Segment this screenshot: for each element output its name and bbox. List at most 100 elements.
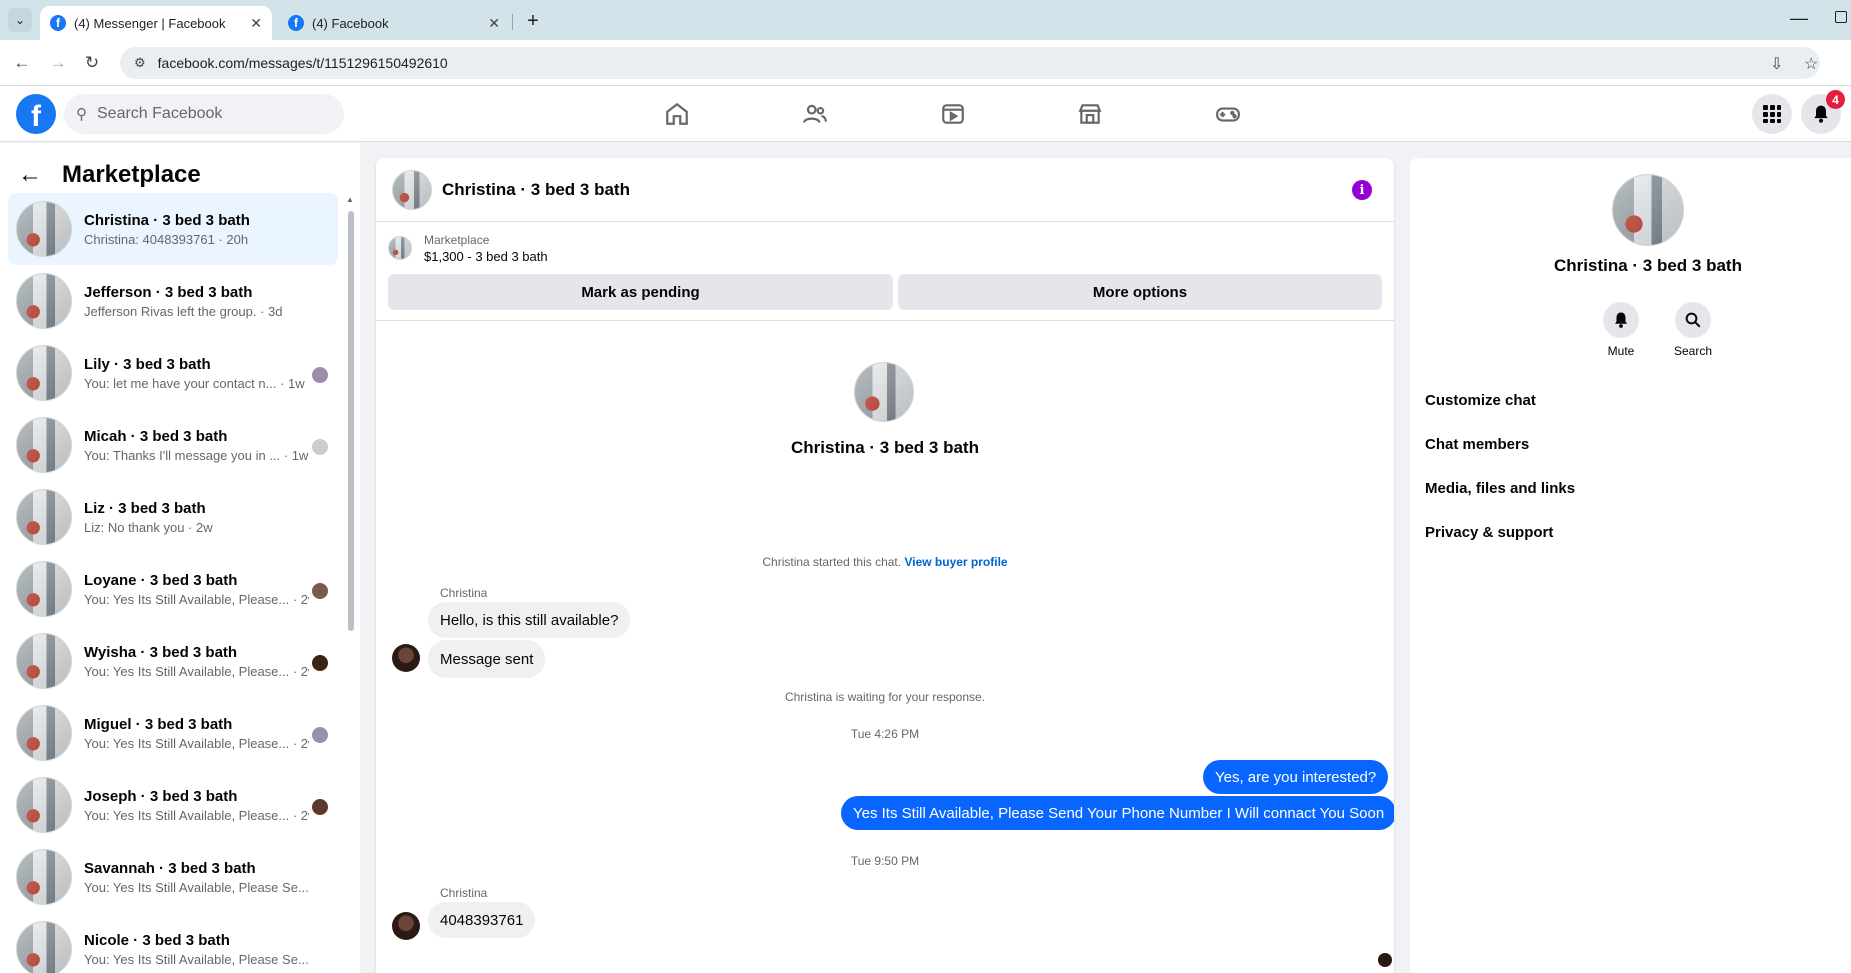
sender-avatar[interactable] bbox=[392, 912, 420, 940]
read-receipt-avatar bbox=[312, 439, 328, 455]
chat-item-joseph[interactable]: Joseph · 3 bed 3 bath You: Yes Its Still … bbox=[8, 769, 338, 841]
gaming-icon bbox=[1216, 107, 1240, 122]
chat-name: Nicole · 3 bed 3 bath bbox=[84, 931, 230, 949]
chat-item-nicole[interactable]: Nicole · 3 bed 3 bath You: Yes Its Still … bbox=[8, 913, 338, 973]
mute-label: Mute bbox=[1607, 344, 1635, 358]
listing-avatar bbox=[16, 921, 72, 973]
customize-chat-item[interactable]: Customize chat bbox=[1425, 392, 1536, 409]
chat-preview: You: Yes Its Still Available, Please... … bbox=[84, 735, 309, 751]
marketplace-icon bbox=[1078, 104, 1102, 124]
sender-label: Christina bbox=[440, 586, 488, 600]
tab-close-icon[interactable]: ✕ bbox=[250, 15, 262, 32]
chat-members-item[interactable]: Chat members bbox=[1425, 436, 1529, 453]
chat-item-savannah[interactable]: Savannah · 3 bed 3 bath You: Yes Its Stil… bbox=[8, 841, 338, 913]
incoming-message[interactable]: 4048393761 bbox=[428, 902, 536, 938]
tab-close-icon[interactable]: ✕ bbox=[488, 15, 500, 32]
nav-home[interactable] bbox=[622, 94, 732, 134]
nav-friends[interactable] bbox=[760, 94, 870, 134]
reload-icon[interactable]: ↻ bbox=[80, 51, 104, 75]
nav-video[interactable] bbox=[898, 94, 1008, 134]
chat-list-title: Marketplace bbox=[62, 161, 201, 188]
listing-avatar bbox=[16, 633, 72, 689]
chat-preview: You: Yes Its Still Available, Please... … bbox=[84, 591, 309, 607]
chat-preview: You: Yes Its Still Available, Please Se.… bbox=[84, 951, 309, 967]
grid-icon bbox=[1763, 105, 1781, 123]
back-arrow-icon[interactable]: ← bbox=[10, 51, 34, 75]
facebook-logo[interactable]: f bbox=[16, 94, 56, 134]
sender-avatar[interactable] bbox=[392, 644, 420, 672]
chat-item-christina[interactable]: Christina · 3 bed 3 bath Christina: 40483… bbox=[8, 193, 338, 265]
tab-divider bbox=[512, 14, 513, 30]
divider bbox=[376, 320, 1394, 321]
nav-gaming[interactable] bbox=[1173, 94, 1283, 134]
view-buyer-profile-link[interactable]: View buyer profile bbox=[904, 555, 1007, 569]
listing-summary[interactable]: Marketplace $1,300 - 3 bed 3 bath bbox=[388, 232, 548, 264]
tab-search-menu-button[interactable]: ⌄ bbox=[8, 8, 32, 32]
scroll-up-arrow-icon[interactable]: ▲ bbox=[346, 195, 354, 204]
chat-name: Jefferson · 3 bed 3 bath bbox=[84, 283, 253, 301]
search-icon: ⚲ bbox=[76, 106, 87, 123]
chat-name: Micah · 3 bed 3 bath bbox=[84, 427, 228, 445]
back-arrow-icon[interactable]: ← bbox=[18, 161, 42, 189]
site-info-icon[interactable]: ⚙ bbox=[134, 55, 146, 71]
install-app-icon[interactable]: ⇩ bbox=[1770, 54, 1783, 74]
bookmark-star-icon[interactable]: ☆ bbox=[1804, 54, 1818, 74]
timestamp: Tue 4:26 PM bbox=[850, 727, 920, 741]
mute-button[interactable]: Mute bbox=[1586, 302, 1656, 358]
menu-grid-button[interactable] bbox=[1752, 94, 1792, 134]
chat-item-miguel[interactable]: Miguel · 3 bed 3 bath You: Yes Its Still … bbox=[8, 697, 338, 769]
facebook-favicon-icon: f bbox=[50, 15, 66, 31]
listing-avatar bbox=[16, 417, 72, 473]
incoming-message[interactable]: Message sent bbox=[428, 640, 546, 678]
listing-source: Marketplace bbox=[424, 232, 490, 247]
chat-item-lily[interactable]: Lily · 3 bed 3 bath You: let me have your… bbox=[8, 337, 338, 409]
chat-name: Wyisha · 3 bed 3 bath bbox=[84, 643, 238, 661]
address-bar[interactable]: ⚙ facebook.com/messages/t/11512961504926… bbox=[120, 47, 1820, 79]
conversation-header: Christina · 3 bed 3 bath i bbox=[376, 158, 1394, 222]
info-icon[interactable]: i bbox=[1352, 180, 1372, 200]
listing-avatar bbox=[16, 777, 72, 833]
listing-avatar bbox=[16, 489, 72, 545]
listing-thumbnail bbox=[388, 236, 412, 260]
details-name: Christina · 3 bed 3 bath bbox=[1554, 256, 1742, 275]
chat-item-wyisha[interactable]: Wyisha · 3 bed 3 bath You: Yes Its Still … bbox=[8, 625, 338, 697]
chat-started-note: Christina started this chat. View buyer … bbox=[376, 555, 1394, 569]
chat-details-panel: Christina · 3 bed 3 bath Mute Search Cus… bbox=[1410, 158, 1851, 973]
chat-preview: You: Yes Its Still Available, Please... … bbox=[84, 663, 309, 679]
forward-arrow-icon[interactable]: → bbox=[46, 51, 70, 75]
window-maximize-button[interactable] bbox=[1835, 11, 1847, 23]
media-files-links-item[interactable]: Media, files and links bbox=[1425, 480, 1575, 497]
tab-title: (4) Messenger | Facebook bbox=[74, 15, 226, 31]
listing-avatar bbox=[16, 561, 72, 617]
new-tab-button[interactable]: + bbox=[520, 8, 546, 34]
mark-as-pending-button[interactable]: Mark as pending bbox=[388, 274, 893, 310]
chat-item-loyane[interactable]: Loyane · 3 bed 3 bath You: Yes Its Still … bbox=[8, 553, 338, 625]
url-text: facebook.com/messages/t/1151296150492610 bbox=[157, 55, 448, 71]
browser-tab-facebook[interactable]: f (4) Facebook ✕ bbox=[278, 6, 510, 40]
chat-preview: Christina: 4048393761 · 20h bbox=[84, 231, 249, 247]
privacy-support-item[interactable]: Privacy & support bbox=[1425, 524, 1553, 541]
conversation-title[interactable]: Christina · 3 bed 3 bath bbox=[442, 180, 630, 200]
more-options-button[interactable]: More options bbox=[898, 274, 1382, 310]
chat-item-micah[interactable]: Micah · 3 bed 3 bath You: Thanks I'll mes… bbox=[8, 409, 338, 481]
window-minimize-button[interactable]: — bbox=[1790, 8, 1808, 29]
chat-item-liz[interactable]: Liz · 3 bed 3 bath Liz: No thank you · 2w bbox=[8, 481, 338, 553]
conversation-avatar[interactable] bbox=[392, 169, 432, 210]
friends-icon bbox=[803, 104, 827, 124]
outgoing-message[interactable]: Yes, are you interested? bbox=[1203, 760, 1389, 794]
nav-marketplace[interactable] bbox=[1035, 94, 1145, 134]
search-input[interactable] bbox=[97, 105, 317, 123]
incoming-message[interactable]: Hello, is this still available? bbox=[428, 602, 631, 638]
browser-tab-messenger[interactable]: f (4) Messenger | Facebook ✕ bbox=[40, 6, 272, 40]
chat-list-scrollbar[interactable] bbox=[348, 211, 354, 631]
chat-preview: Jefferson Rivas left the group. · 3d bbox=[84, 303, 283, 319]
notification-badge: 4 bbox=[1826, 90, 1845, 109]
details-avatar bbox=[1612, 174, 1684, 246]
listing-avatar bbox=[16, 849, 72, 905]
search-in-chat-button[interactable]: Search bbox=[1658, 302, 1728, 358]
chat-item-jefferson[interactable]: Jefferson · 3 bed 3 bath Jefferson Rivas … bbox=[8, 265, 338, 337]
browser-tab-bar: ⌄ f (4) Messenger | Facebook ✕ f (4) Fac… bbox=[0, 0, 1851, 40]
outgoing-message[interactable]: Yes Its Still Available, Please Send You… bbox=[841, 796, 1394, 830]
chat-list: Christina · 3 bed 3 bath Christina: 40483… bbox=[8, 193, 338, 973]
facebook-search[interactable]: ⚲ bbox=[64, 94, 344, 134]
